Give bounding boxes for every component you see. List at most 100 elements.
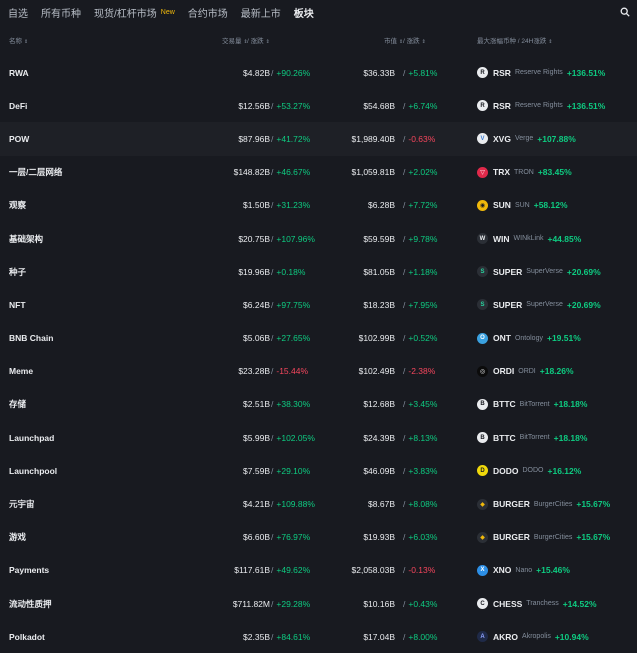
- mcap-value: $46.09B: [363, 465, 395, 476]
- top-coin[interactable]: W WIN WINkLink +44.85%: [477, 222, 581, 255]
- coin-symbol: SUN: [493, 200, 511, 211]
- mcap-value: $1,059.81B: [351, 167, 395, 178]
- sector-name: 存储: [9, 399, 27, 410]
- top-coin[interactable]: R RSR Reserve Rights +136.51%: [477, 56, 605, 89]
- volume-value: $12.56B: [238, 100, 270, 111]
- coin-name: ORDI: [518, 367, 536, 375]
- volume-change-sep: /: [271, 565, 274, 576]
- top-coin[interactable]: ◎ ORDI ORDI +18.26%: [477, 355, 574, 388]
- table-row[interactable]: 基础架构 $20.75B / +107.96% $59.59B / +9.78% W WIN WI…: [0, 222, 637, 255]
- top-coin[interactable]: D DODO DODO +16.12%: [477, 454, 581, 487]
- coin-symbol: DODO: [493, 465, 519, 476]
- volume-change-sep: /: [271, 233, 274, 244]
- volume-change-sep: /: [271, 266, 274, 277]
- volume-value: $20.75B: [238, 233, 270, 244]
- mcap-change: / +8.13%: [403, 421, 437, 454]
- sector-name: 观察: [9, 200, 27, 211]
- mcap-change: / +2.02%: [403, 156, 437, 189]
- table-row[interactable]: Launchpad $5.99B / +102.05% $24.39B / +8.13% B B…: [0, 421, 637, 454]
- table-header: 名称 ⇕ 交易量 ⇕ / 涨跌 ⇕ 市值 ⇕ / 涨跌 ⇕ 最大涨幅币种 / 24H涨跌 ⇕: [0, 24, 637, 56]
- mcap-change: / +3.45%: [403, 388, 437, 421]
- volume-change-sep: /: [271, 598, 274, 609]
- volume-change: / +49.62%: [271, 554, 310, 587]
- tab-new-listings[interactable]: 最新上市: [241, 5, 281, 20]
- table-row[interactable]: 游戏 $6.60B / +76.97% $19.93B / +6.03% ◆ BURGER Bur…: [0, 521, 637, 554]
- top-coin[interactable]: ◆ BURGER BurgerCities +15.67%: [477, 487, 610, 520]
- volume-change: / +29.28%: [271, 587, 310, 620]
- volume-change-sep: /: [271, 299, 274, 310]
- mcap-change: / +0.43%: [403, 587, 437, 620]
- table-row[interactable]: POW $87.96B / +41.72% $1,989.40B / -0.63% V XVG V…: [0, 122, 637, 156]
- volume-change-sep: /: [271, 167, 274, 178]
- dodo-icon: D: [477, 465, 488, 477]
- table-row[interactable]: Launchpool $7.59B / +29.10% $46.09B / +3.83% D D…: [0, 454, 637, 487]
- top-coin[interactable]: O ONT Ontology +19.51%: [477, 322, 581, 355]
- table-row[interactable]: 存储 $2.51B / +38.30% $12.68B / +3.45% B BTTC BitTo…: [0, 388, 637, 421]
- mcap-value: $102.49B: [358, 366, 395, 377]
- mcap-value: $19.93B: [363, 532, 395, 543]
- volume-change-value: -15.44%: [276, 366, 309, 377]
- table-row[interactable]: RWA $4.82B / +90.26% $36.33B / +5.81% R RSR Reser…: [0, 56, 637, 89]
- sort-mcap-change[interactable]: / 涨跌 ⇕: [403, 35, 426, 45]
- table-row[interactable]: NFT $6.24B / +97.75% $18.23B / +7.95% S SUPER Sup…: [0, 288, 637, 321]
- mcap-value: $24.39B: [363, 432, 395, 443]
- sort-name[interactable]: 名称 ⇕: [9, 35, 28, 45]
- tab-label: 自选: [8, 8, 28, 20]
- coin-symbol: XVG: [493, 133, 511, 144]
- sort-volume-change[interactable]: / 涨跌 ⇕: [247, 35, 270, 45]
- table-row[interactable]: BNB Chain $5.06B / +27.65% $102.99B / +0.52% O O…: [0, 322, 637, 355]
- tab-spot-margin[interactable]: 现货/杠杆市场 New: [94, 5, 175, 20]
- top-coin[interactable]: X XNO Nano +15.46%: [477, 554, 570, 587]
- tab-all-coins[interactable]: 所有币种: [41, 5, 81, 20]
- top-coin[interactable]: S SUPER SuperVerse +20.69%: [477, 288, 601, 321]
- mcap-change: / -0.63%: [403, 122, 435, 155]
- sort-volume[interactable]: 交易量 ⇕: [222, 35, 248, 45]
- mcap-change: / +8.00%: [403, 620, 437, 653]
- sort-top-coin[interactable]: 最大涨幅币种 / 24H涨跌 ⇕: [477, 35, 553, 45]
- search-icon[interactable]: [620, 7, 630, 17]
- top-coin[interactable]: S SUPER SuperVerse +20.69%: [477, 255, 601, 288]
- coin-change: +18.18%: [553, 399, 588, 410]
- sector-name: Meme: [9, 366, 34, 377]
- sector-name: POW: [9, 133, 30, 144]
- table-row[interactable]: 种子 $19.96B / +0.18% $81.05B / +1.18% S SUPER Supe…: [0, 255, 637, 288]
- coin-change: +14.52%: [562, 598, 597, 609]
- top-coin[interactable]: ◉ SUN SUN +58.12%: [477, 189, 568, 222]
- coin-name: Verge: [514, 135, 534, 143]
- volume-change: / +46.67%: [271, 156, 310, 189]
- mcap-change-value: -2.38%: [408, 366, 436, 377]
- top-coin[interactable]: B BTTC BitTorrent +18.18%: [477, 421, 587, 454]
- mcap-change-sep: /: [403, 432, 406, 443]
- sector-name: BNB Chain: [9, 333, 54, 344]
- volume-change-value: +31.23%: [276, 200, 311, 211]
- top-coin[interactable]: A AKRO Akropolis +10.94%: [477, 620, 589, 653]
- top-coin[interactable]: B BTTC BitTorrent +18.18%: [477, 388, 587, 421]
- volume-change: / +76.97%: [271, 521, 310, 554]
- top-coin[interactable]: C CHESS Tranchess +14.52%: [477, 587, 597, 620]
- sort-mcap[interactable]: 市值 ⇕: [384, 35, 403, 45]
- top-coin[interactable]: ▽ TRX TRON +83.45%: [477, 156, 572, 189]
- table-row[interactable]: 流动性质押 $711.82M / +29.28% $10.16B / +0.43% C CHES…: [0, 587, 637, 620]
- mcap-change-value: +0.52%: [408, 333, 438, 344]
- tab-sectors[interactable]: 板块: [294, 5, 314, 20]
- table-row[interactable]: 元宇宙 $4.21B / +109.88% $8.67B / +8.08% ◆ BURGER Bu…: [0, 487, 637, 520]
- table-row[interactable]: Payments $117.61B / +49.62% $2,058.03B / -0.13…: [0, 554, 637, 587]
- table-row[interactable]: 观察 $1.50B / +31.23% $6.28B / +7.72% ◉ SUN SUN +58.…: [0, 189, 637, 222]
- top-coin[interactable]: V XVG Verge +107.88%: [477, 122, 576, 155]
- header-name: 名称: [9, 38, 22, 45]
- top-coin[interactable]: ◆ BURGER BurgerCities +15.67%: [477, 521, 610, 554]
- table-row[interactable]: Meme $23.28B / -15.44% $102.49B / -2.38% ◎ ORDI O…: [0, 355, 637, 388]
- table-row[interactable]: Polkadot $2.35B / +84.61% $17.04B / +8.00% A AKR…: [0, 620, 637, 653]
- coin-name: Tranchess: [526, 600, 559, 608]
- mcap-change: / +6.03%: [403, 521, 437, 554]
- table-row[interactable]: DeFi $12.56B / +53.27% $54.68B / +6.74% R RSR Res…: [0, 89, 637, 122]
- top-coin[interactable]: R RSR Reserve Rights +136.51%: [477, 89, 605, 122]
- mcap-change-sep: /: [403, 233, 406, 244]
- table-row[interactable]: 一层/二层网络 $148.82B / +46.67% $1,059.81B / +2.02%…: [0, 156, 637, 189]
- tab-futures[interactable]: 合约市场: [188, 5, 228, 20]
- volume-change-value: +38.30%: [276, 399, 311, 410]
- volume-change-value: +109.88%: [276, 499, 315, 510]
- rsr-icon: R: [477, 100, 488, 112]
- tab-favorites[interactable]: 自选: [8, 5, 28, 20]
- sector-name: 游戏: [9, 532, 27, 543]
